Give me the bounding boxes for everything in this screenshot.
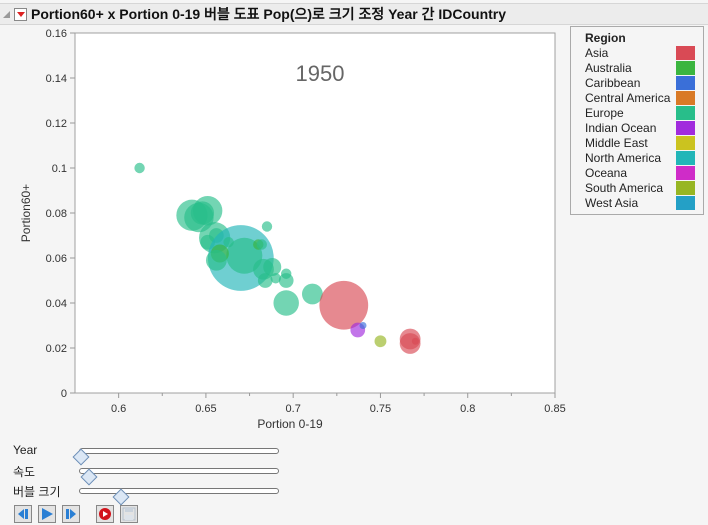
legend-label: Indian Ocean — [585, 121, 657, 135]
legend-item[interactable]: Oceana — [585, 166, 703, 181]
step-back-button[interactable] — [14, 505, 32, 523]
x-tick-label: 0.7 — [286, 403, 301, 415]
bubble[interactable] — [134, 162, 145, 174]
x-tick-label: 0.6 — [111, 403, 126, 415]
legend-swatch — [676, 121, 695, 135]
bubble-size-slider-thumb[interactable] — [112, 488, 130, 506]
legend-item[interactable]: Caribbean — [585, 76, 703, 91]
play-icon — [42, 508, 53, 520]
legend-label: Europe — [585, 106, 624, 120]
y-tick-label: 0.08 — [46, 208, 67, 220]
legend-item[interactable]: Asia — [585, 46, 703, 61]
legend-swatch — [676, 181, 695, 195]
step-forward-icon — [66, 509, 76, 519]
year-slider-row: Year — [13, 442, 293, 466]
y-tick-label: 0.06 — [46, 253, 67, 265]
legend-label: South America — [585, 181, 664, 195]
legend-item[interactable]: Central America — [585, 91, 703, 106]
bubble[interactable] — [261, 221, 273, 232]
y-tick-label: 0.12 — [46, 118, 67, 130]
bubble[interactable] — [257, 273, 273, 288]
legend-item[interactable]: Europe — [585, 106, 703, 121]
legend-swatch — [676, 46, 695, 60]
legend-swatch — [676, 61, 695, 75]
legend-label: West Asia — [585, 196, 639, 210]
bubble[interactable] — [319, 280, 369, 330]
y-axis-title: Portion60+ — [19, 184, 33, 242]
legend-label: Australia — [585, 61, 632, 75]
legend-label: Oceana — [585, 166, 628, 180]
save-icon — [122, 507, 136, 521]
legend-label: Middle East — [585, 136, 648, 150]
legend-label: North America — [585, 151, 662, 165]
plot-area — [74, 32, 556, 394]
bubble[interactable] — [223, 237, 234, 248]
bubble[interactable] — [278, 273, 294, 288]
legend-item[interactable]: South America — [585, 181, 703, 196]
legend-swatch — [676, 136, 695, 150]
legend-swatch — [676, 196, 695, 210]
x-tick-label: 0.8 — [460, 403, 475, 415]
y-tick-label: 0.04 — [46, 298, 67, 310]
legend-swatch — [676, 91, 695, 105]
bubble[interactable] — [374, 335, 387, 348]
bubble[interactable] — [190, 201, 215, 225]
step-back-icon — [18, 509, 28, 519]
legend-label: Central America — [585, 91, 671, 105]
record-icon — [99, 508, 111, 520]
year-slider-label: Year — [13, 443, 38, 457]
legend: Region Asia Australia Caribbean Central Ame… — [570, 26, 704, 215]
legend-item[interactable]: Indian Ocean — [585, 121, 703, 136]
x-tick-label: 0.75 — [370, 403, 391, 415]
speed-slider-label: 속도 — [13, 465, 36, 479]
bubble[interactable] — [359, 322, 367, 329]
save-button[interactable] — [120, 505, 138, 523]
y-tick-label: 0.14 — [46, 73, 67, 85]
bubble-size-slider-label: 버블 크기 — [13, 485, 61, 499]
x-axis-title: Portion 0-19 — [257, 417, 323, 431]
bubble[interactable] — [301, 283, 323, 305]
year-slider[interactable] — [72, 448, 279, 466]
legend-swatch — [676, 151, 695, 165]
y-tick-label: 0.1 — [52, 163, 67, 175]
play-button[interactable] — [38, 505, 56, 523]
record-button[interactable] — [96, 505, 114, 523]
bubble[interactable] — [256, 239, 267, 250]
legend-swatch — [676, 166, 695, 180]
legend-item[interactable]: Middle East — [585, 136, 703, 151]
bubble[interactable] — [411, 337, 419, 345]
legend-label: Asia — [585, 46, 609, 60]
legend-title: Region — [585, 31, 626, 45]
year-label: 1950 — [296, 61, 345, 86]
bubble[interactable] — [273, 290, 299, 316]
legend-item[interactable]: Australia — [585, 61, 703, 76]
y-tick-label: 0 — [61, 388, 67, 400]
bubble-size-slider[interactable] — [79, 488, 279, 506]
legend-item[interactable]: North America — [585, 151, 703, 166]
speed-slider[interactable] — [79, 468, 279, 486]
legend-label: Caribbean — [585, 76, 641, 90]
legend-swatch — [676, 76, 695, 90]
step-forward-button[interactable] — [62, 505, 80, 523]
bubble[interactable] — [205, 249, 227, 271]
x-tick-label: 0.65 — [195, 403, 216, 415]
speed-slider-row: 속도 — [13, 462, 293, 486]
x-tick-label: 0.85 — [544, 403, 565, 415]
legend-swatch — [676, 106, 695, 120]
bubble-size-slider-row: 버블 크기 — [13, 482, 293, 506]
y-tick-label: 0.16 — [46, 28, 67, 40]
legend-item[interactable]: West Asia — [585, 196, 703, 211]
y-tick-label: 0.02 — [46, 343, 67, 355]
